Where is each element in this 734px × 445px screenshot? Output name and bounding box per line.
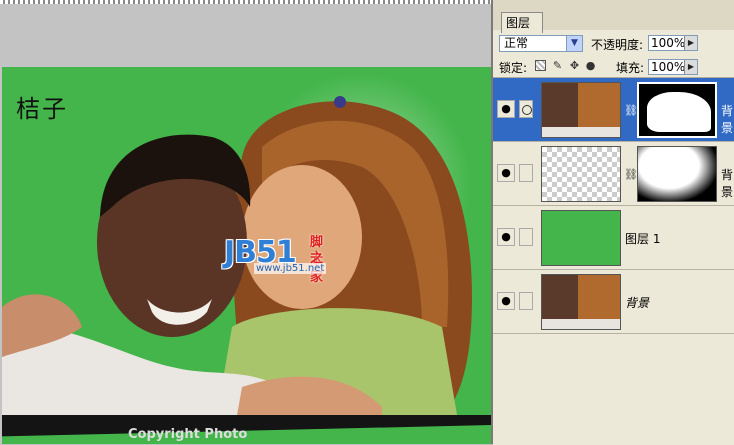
watermark-url: www.jb51.net — [254, 263, 327, 274]
layer-link-box[interactable] — [519, 228, 533, 246]
eye-icon[interactable]: ● — [497, 292, 515, 310]
layers-list: ● ⛓ 背景 ● ⛓ 背景 ● 图层 1 ● 背景 — [493, 77, 734, 334]
opacity-field[interactable]: 100% ▶ — [648, 35, 698, 51]
fill-value: 100% — [651, 60, 686, 74]
move-icon[interactable]: ✥ — [569, 60, 580, 71]
layer-link-box[interactable] — [519, 292, 533, 310]
layer-mask-thumbnail[interactable] — [637, 146, 717, 202]
chevron-right-icon[interactable]: ▶ — [684, 36, 697, 50]
layer-name: 图层 1 — [625, 232, 661, 246]
watermark: JB51 脚本 之家 www.jb51.net — [224, 235, 327, 285]
lock-transparency-icon[interactable] — [535, 60, 546, 71]
ruler — [0, 0, 491, 4]
copyright-text: Copyright Photo — [128, 427, 248, 442]
chevron-down-icon[interactable]: ▼ — [566, 36, 582, 51]
layer-row[interactable]: ● 背景 — [493, 270, 734, 334]
fill-field[interactable]: 100% ▶ — [648, 59, 698, 75]
lock-row: 锁定: ✎ ✥ ● 填充: 100% ▶ — [497, 57, 733, 77]
brush-icon[interactable]: ✎ — [552, 60, 563, 71]
lock-label: 锁定: — [499, 61, 528, 75]
chevron-right-icon[interactable]: ▶ — [684, 60, 697, 74]
fill-label: 填充: — [616, 61, 645, 75]
blend-row: 正常 ▼ 不透明度: 100% ▶ — [497, 33, 733, 55]
opacity-label: 不透明度: — [591, 38, 644, 52]
eye-icon[interactable]: ● — [497, 100, 515, 118]
tab-layers[interactable]: 图层 — [501, 12, 544, 33]
blend-mode-select[interactable]: 正常 ▼ — [499, 35, 583, 52]
layer-thumbnail — [541, 146, 621, 202]
layers-panel: 图层 正常 ▼ 不透明度: 100% ▶ 锁定: ✎ ✥ ● 填充: 100% … — [491, 0, 734, 445]
layer-mask-thumbnail[interactable] — [637, 82, 717, 138]
layer-link-box[interactable] — [519, 100, 533, 118]
layer-link-box[interactable] — [519, 164, 533, 182]
layer-name: 背景 — [625, 296, 650, 310]
panel-tabbar: 图层 — [493, 0, 734, 33]
chain-link-icon[interactable]: ⛓ — [624, 168, 638, 181]
mask-icon — [522, 105, 532, 115]
document-canvas[interactable]: 桔子 JB51 脚本 之家 www.jb51.net Copyright Pho… — [2, 67, 491, 444]
layer-thumbnail — [541, 274, 621, 330]
layer-row[interactable]: ● 图层 1 — [493, 206, 734, 270]
layer-thumbnail — [541, 210, 621, 266]
layer-thumbnail — [541, 82, 621, 138]
chain-link-icon[interactable]: ⛓ — [624, 104, 638, 117]
layer-name: 背景 — [721, 168, 734, 199]
layer-name: 背景 — [721, 104, 734, 135]
layer-row[interactable]: ● ⛓ 背景 — [493, 142, 734, 206]
eye-icon[interactable]: ● — [497, 228, 515, 246]
lock-icon[interactable]: ● — [585, 60, 596, 71]
opacity-value: 100% — [651, 36, 686, 50]
layer-row[interactable]: ● ⛓ 背景 — [493, 78, 734, 142]
eye-icon[interactable]: ● — [497, 164, 515, 182]
canvas-area[interactable]: 桔子 JB51 脚本 之家 www.jb51.net Copyright Pho… — [0, 0, 491, 444]
panel-empty-area — [493, 333, 734, 445]
blend-mode-value: 正常 — [504, 36, 529, 50]
corner-text: 桔子 — [16, 95, 68, 123]
